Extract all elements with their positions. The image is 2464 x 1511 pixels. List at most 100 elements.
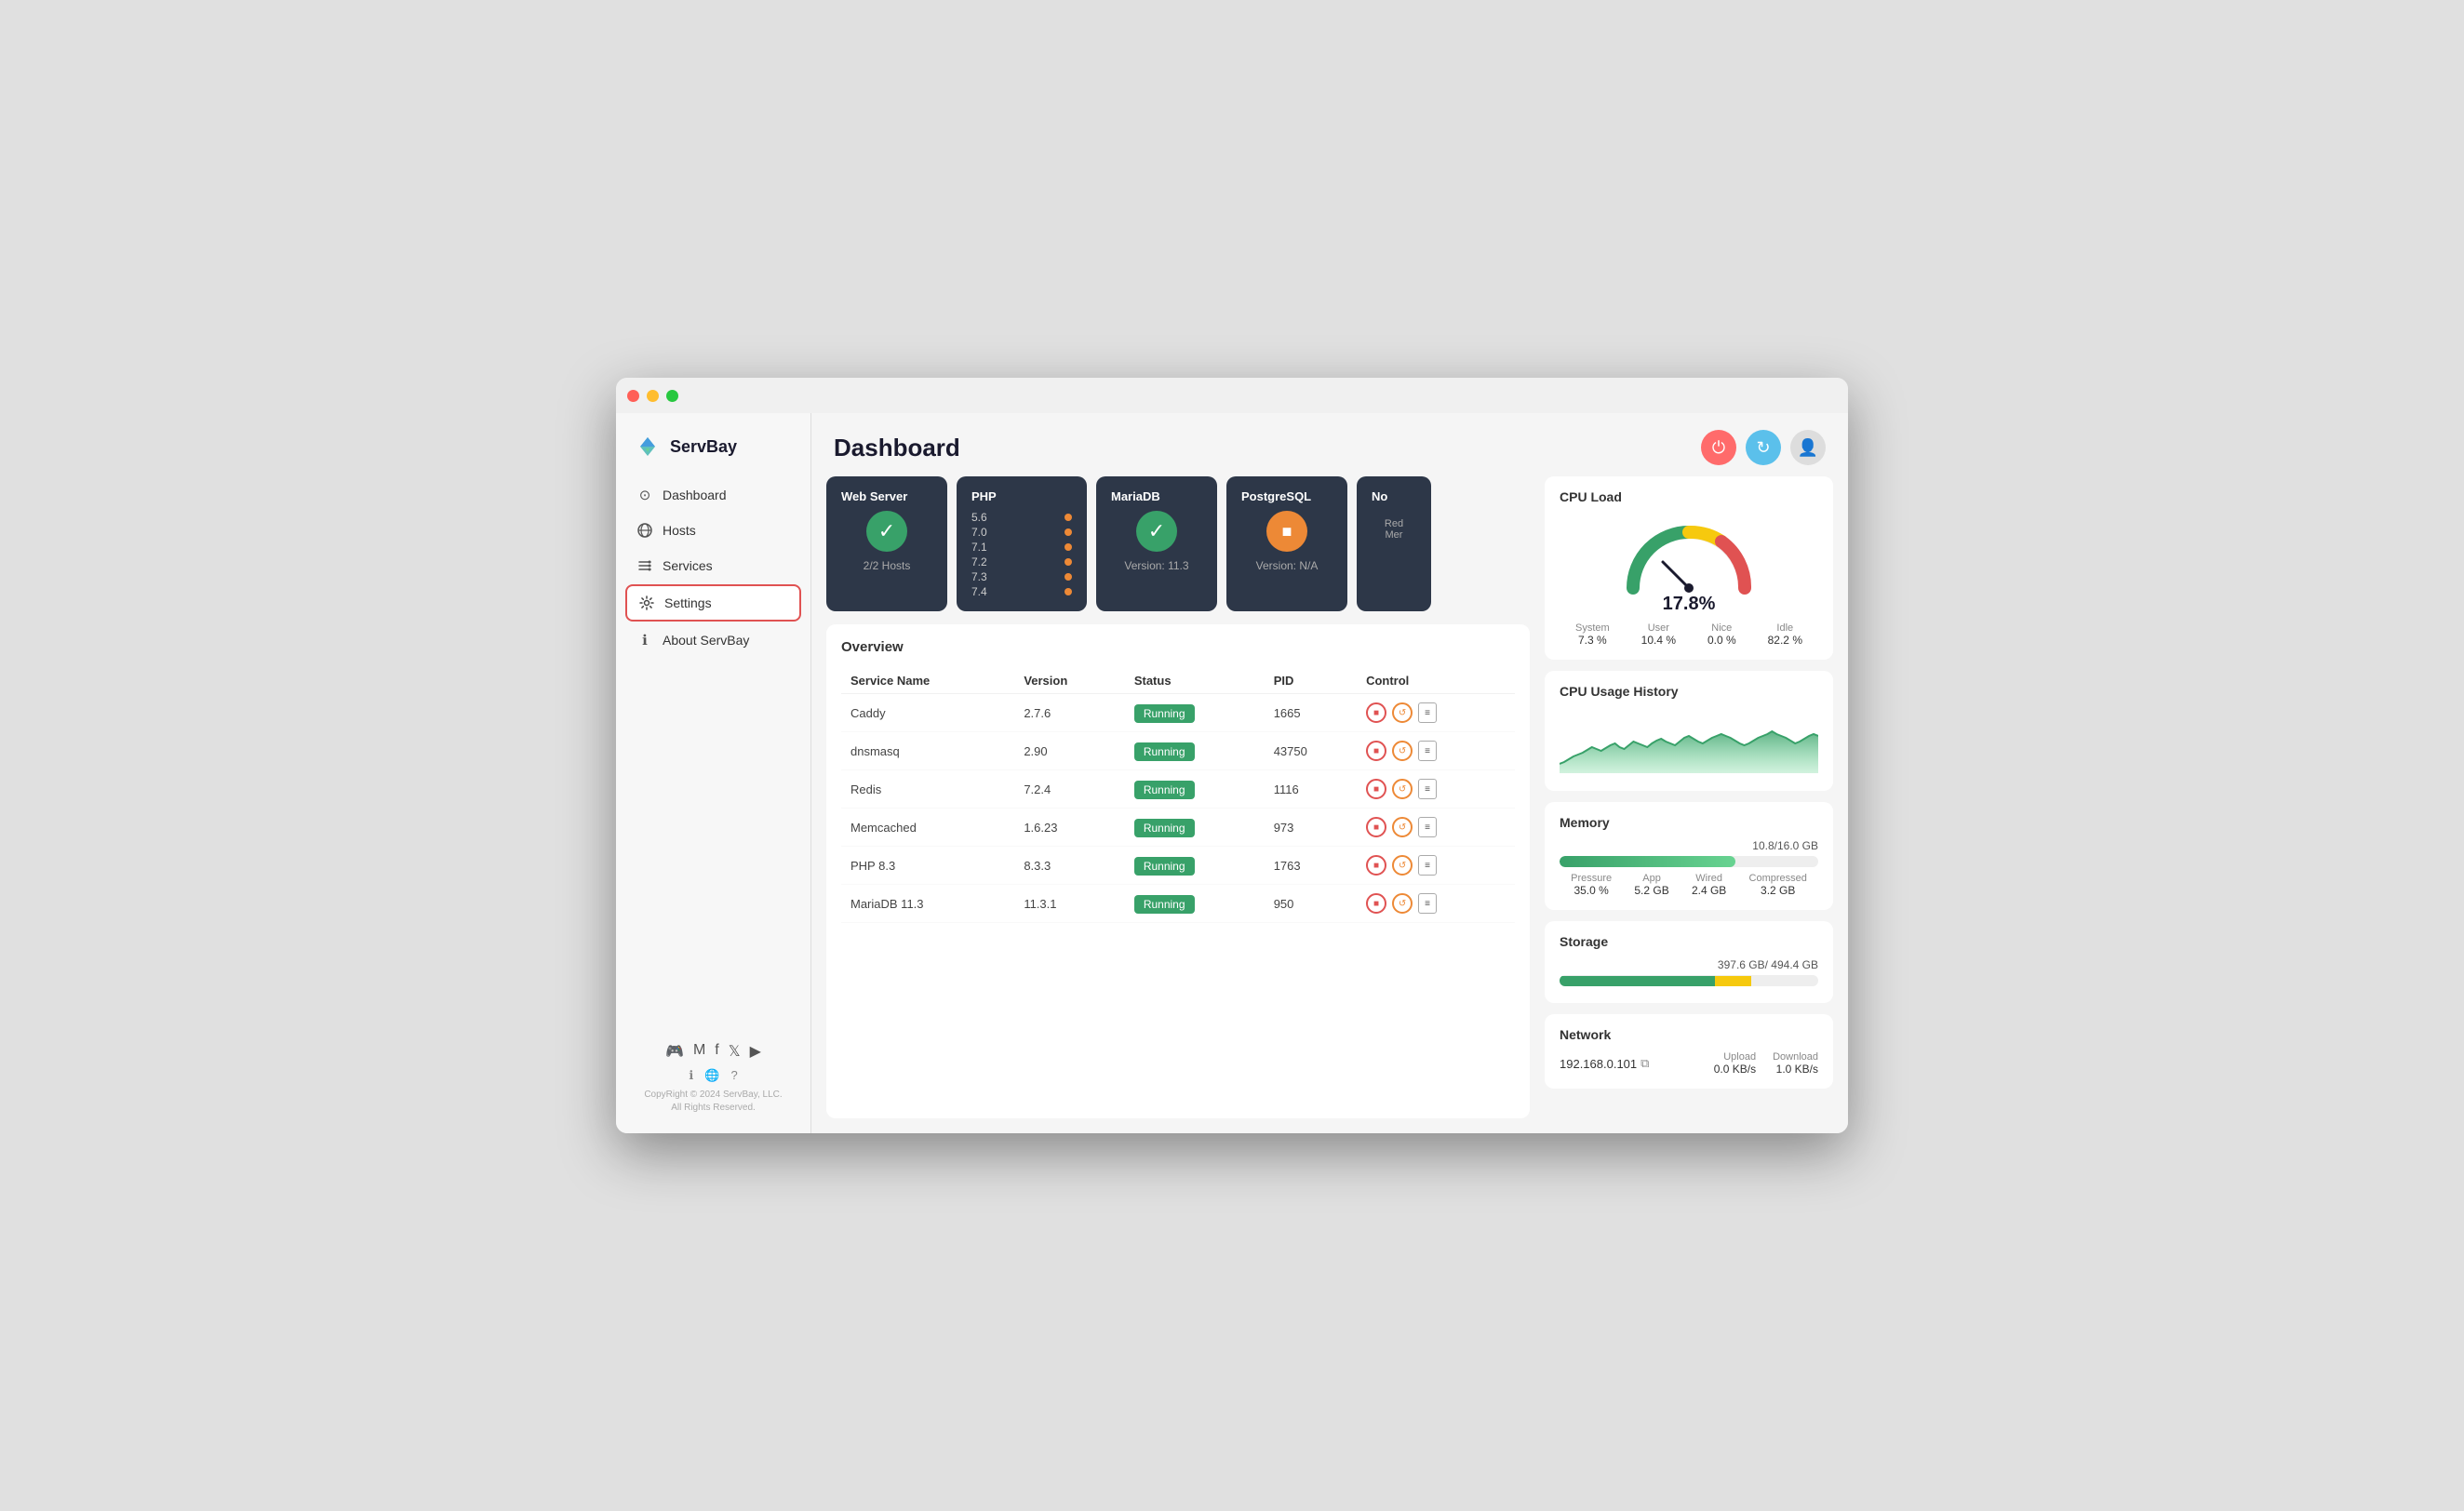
network-title: Network [1560, 1027, 1818, 1042]
status-badge: Running [1134, 819, 1195, 837]
mariadb-status-icon: ✓ [1136, 511, 1177, 552]
log-button[interactable]: ≡ [1418, 702, 1437, 723]
stop-button[interactable]: ■ [1366, 741, 1386, 761]
stop-button[interactable]: ■ [1366, 893, 1386, 914]
storage-bar-yellow [1715, 976, 1751, 986]
youtube-icon[interactable]: ▶ [750, 1042, 761, 1061]
cell-pid: 1665 [1265, 694, 1357, 732]
memory-bar [1560, 856, 1735, 867]
power-button[interactable]: ⏻ [1701, 430, 1736, 465]
cpu-load-card: CPU Load [1545, 476, 1833, 660]
restart-button[interactable]: ↺ [1392, 741, 1413, 761]
close-button[interactable] [627, 390, 639, 402]
refresh-button[interactable]: ↻ [1746, 430, 1781, 465]
cpu-history-card: CPU Usage History [1545, 671, 1833, 791]
restart-button[interactable]: ↺ [1392, 779, 1413, 799]
service-card-php[interactable]: PHP 5.6 7.0 7.1 7.2 7.3 7.4 [957, 476, 1087, 611]
postgresql-status-icon: ■ [1266, 511, 1307, 552]
mem-stat-wired: Wired 2.4 GB [1692, 873, 1726, 897]
table-row: Memcached 1.6.23 Running 973 ■ ↺ ≡ [841, 809, 1515, 847]
cpu-history-title: CPU Usage History [1560, 684, 1818, 699]
dashboard-icon: ⊙ [636, 487, 653, 503]
copy-icon[interactable]: ⧉ [1640, 1056, 1649, 1071]
upload-stat: Upload 0.0 KB/s [1714, 1051, 1756, 1076]
service-card-mariadb[interactable]: MariaDB ✓ Version: 11.3 [1096, 476, 1217, 611]
log-button[interactable]: ≡ [1418, 817, 1437, 837]
col-pid: PID [1265, 668, 1357, 694]
user-value: 10.4 % [1641, 634, 1676, 647]
php-version-56: 5.6 [971, 511, 1072, 524]
cpu-gauge-value: 17.8% [1663, 594, 1716, 615]
log-button[interactable]: ≡ [1418, 855, 1437, 876]
restart-button[interactable]: ↺ [1392, 893, 1413, 914]
php-version-72: 7.2 [971, 555, 1072, 568]
sidebar-label-about: About ServBay [663, 633, 749, 648]
sidebar-item-hosts[interactable]: Hosts [625, 514, 801, 547]
app-body: ServBay ⊙ Dashboard Hosts [616, 413, 1848, 1133]
stop-button[interactable]: ■ [1366, 702, 1386, 723]
x-icon[interactable]: 𝕏 [729, 1042, 741, 1061]
discord-icon[interactable]: 🎮 [665, 1042, 684, 1061]
download-label: Download [1773, 1051, 1818, 1063]
table-row: dnsmasq 2.90 Running 43750 ■ ↺ ≡ [841, 732, 1515, 770]
cell-control: ■ ↺ ≡ [1357, 885, 1515, 923]
sidebar-item-settings[interactable]: Settings [625, 584, 801, 622]
stop-button[interactable]: ■ [1366, 855, 1386, 876]
left-panel: Web Server ✓ 2/2 Hosts PHP 5.6 7.0 [826, 476, 1530, 1118]
sidebar: ServBay ⊙ Dashboard Hosts [616, 413, 811, 1133]
facebook-icon[interactable]: f [715, 1042, 718, 1061]
medium-icon[interactable]: M [693, 1042, 705, 1061]
system-label: System [1575, 622, 1610, 634]
log-button[interactable]: ≡ [1418, 779, 1437, 799]
cell-control: ■ ↺ ≡ [1357, 809, 1515, 847]
help-link[interactable]: ? [730, 1068, 737, 1083]
cell-version: 7.2.4 [1014, 770, 1125, 809]
storage-card: Storage 397.6 GB/ 494.4 GB [1545, 921, 1833, 1003]
cpu-stat-idle: Idle 82.2 % [1768, 622, 1802, 647]
webserver-status-icon: ✓ [866, 511, 907, 552]
globe-link[interactable]: 🌐 [704, 1068, 719, 1083]
cell-status: Running [1125, 694, 1265, 732]
status-badge: Running [1134, 895, 1195, 914]
app-name: ServBay [670, 437, 737, 457]
info-link[interactable]: ℹ [689, 1068, 693, 1083]
cell-status: Running [1125, 847, 1265, 885]
stop-button[interactable]: ■ [1366, 779, 1386, 799]
sidebar-item-services[interactable]: Services [625, 549, 801, 582]
log-button[interactable]: ≡ [1418, 741, 1437, 761]
log-button[interactable]: ≡ [1418, 893, 1437, 914]
memory-stats: Pressure 35.0 % App 5.2 GB Wired 2.4 GB [1560, 873, 1818, 897]
upload-value: 0.0 KB/s [1714, 1063, 1756, 1076]
service-card-postgresql[interactable]: PostgreSQL ■ Version: N/A [1226, 476, 1347, 611]
cell-version: 1.6.23 [1014, 809, 1125, 847]
php-version-71: 7.1 [971, 541, 1072, 554]
cell-control: ■ ↺ ≡ [1357, 732, 1515, 770]
restart-button[interactable]: ↺ [1392, 817, 1413, 837]
cell-service-name: MariaDB 11.3 [841, 885, 1014, 923]
restart-button[interactable]: ↺ [1392, 702, 1413, 723]
social-links: 🎮 M f 𝕏 ▶ [625, 1042, 801, 1061]
header-actions: ⏻ ↻ 👤 [1701, 430, 1826, 465]
sidebar-label-hosts: Hosts [663, 523, 696, 538]
sidebar-item-dashboard[interactable]: ⊙ Dashboard [625, 478, 801, 512]
download-value: 1.0 KB/s [1776, 1063, 1818, 1076]
cell-pid: 1116 [1265, 770, 1357, 809]
sidebar-label-services: Services [663, 558, 713, 573]
service-cards-row: Web Server ✓ 2/2 Hosts PHP 5.6 7.0 [826, 476, 1530, 611]
cell-version: 2.90 [1014, 732, 1125, 770]
minimize-button[interactable] [647, 390, 659, 402]
main-content: Web Server ✓ 2/2 Hosts PHP 5.6 7.0 [811, 476, 1848, 1133]
cell-pid: 950 [1265, 885, 1357, 923]
sidebar-item-about[interactable]: ℹ About ServBay [625, 623, 801, 657]
service-card-webserver[interactable]: Web Server ✓ 2/2 Hosts [826, 476, 947, 611]
user-button[interactable]: 👤 [1790, 430, 1826, 465]
table-row: Caddy 2.7.6 Running 1665 ■ ↺ ≡ [841, 694, 1515, 732]
webserver-title: Web Server [841, 489, 907, 503]
cell-control: ■ ↺ ≡ [1357, 770, 1515, 809]
restart-button[interactable]: ↺ [1392, 855, 1413, 876]
service-card-no[interactable]: No RedMer [1357, 476, 1431, 611]
servbay-logo-icon [633, 432, 663, 461]
fullscreen-button[interactable] [666, 390, 678, 402]
status-badge: Running [1134, 781, 1195, 799]
stop-button[interactable]: ■ [1366, 817, 1386, 837]
